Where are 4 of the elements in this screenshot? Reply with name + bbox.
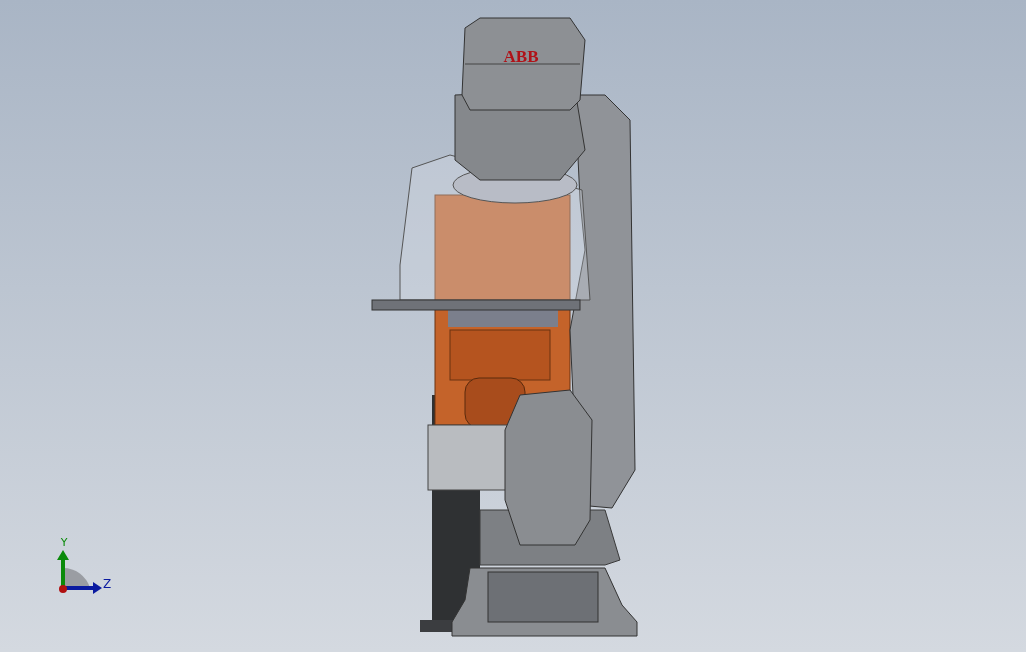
logo-text: ABB [503, 47, 539, 66]
axis-label: Y [60, 536, 68, 549]
axis-triad-drawing [57, 550, 102, 594]
axis-label: Z [102, 577, 112, 591]
